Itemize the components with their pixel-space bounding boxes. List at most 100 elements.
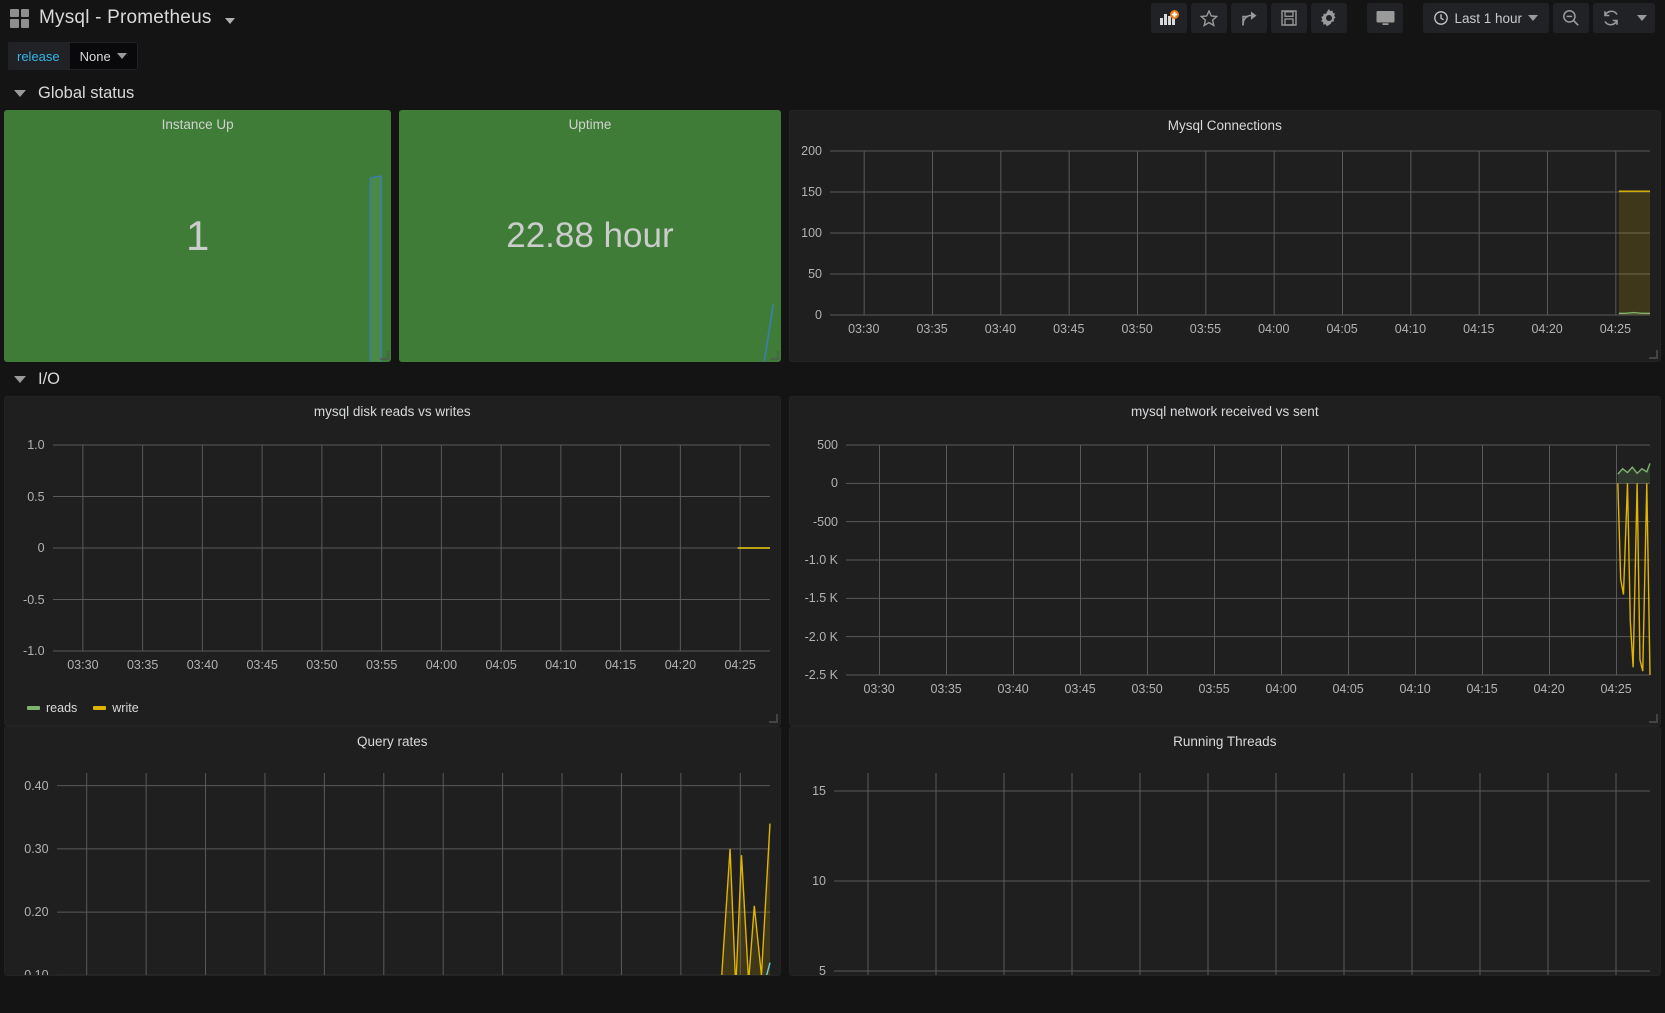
panel-resize-handle[interactable] [1649, 714, 1658, 723]
legend-swatch-write [93, 706, 106, 710]
instance-up-value: 1 [4, 212, 391, 260]
dashboard-title-chevron-down-icon[interactable] [225, 18, 235, 24]
panel-resize-handle[interactable] [1649, 350, 1658, 359]
x-axis-tick-mysql-connections: 03:50 [1121, 322, 1152, 336]
legend-item-reads[interactable]: reads [27, 701, 77, 715]
x-axis-tick-mysql-disk-reads-vs-writes: 03:50 [306, 658, 337, 672]
x-axis-tick-mysql-connections: 04:10 [1395, 322, 1426, 336]
x-axis-tick-mysql-disk-reads-vs-writes: 04:10 [545, 658, 576, 672]
panel-mysql-disk-reads-vs-writes[interactable]: mysql disk reads vs writes -1.0-0.500.51… [4, 396, 781, 726]
y-axis-tick-mysql-connections: 100 [790, 226, 822, 240]
variable-label-release: release [8, 42, 69, 70]
share-icon [1241, 10, 1258, 27]
series-line-connections [1618, 313, 1649, 314]
row-header-io[interactable]: I/O [0, 362, 1665, 396]
add-panel-button[interactable] [1151, 3, 1187, 33]
panel-mysql-connections[interactable]: Mysql Connections 05010015020003:3003:35… [789, 110, 1661, 362]
graph-mysql-disk-reads-vs-writes[interactable]: -1.0-0.500.51.003:3003:3503:4003:4503:50… [5, 423, 780, 695]
x-axis-tick-mysql-connections: 03:35 [916, 322, 947, 336]
star-dashboard-button[interactable] [1191, 3, 1227, 33]
row-chevron-down-icon [14, 90, 26, 97]
x-axis-tick-mysql-network-received-vs-sent: 04:10 [1399, 682, 1430, 696]
refresh-icon [1602, 9, 1620, 27]
refresh-interval-dropdown[interactable] [1629, 3, 1655, 33]
x-axis-tick-mysql-connections: 04:05 [1326, 322, 1357, 336]
row-header-global-status[interactable]: Global status [0, 76, 1665, 110]
plot-area-query-rates [5, 753, 780, 976]
row-title-global-status: Global status [38, 84, 134, 103]
panel-resize-handle[interactable] [770, 351, 779, 360]
y-axis-tick-running-threads: 5 [790, 964, 826, 976]
y-axis-tick-mysql-network-received-vs-sent: -1.0 K [790, 553, 838, 567]
x-axis-tick-mysql-disk-reads-vs-writes: 03:35 [127, 658, 158, 672]
series-fill-received [1617, 463, 1649, 483]
add-panel-icon [1160, 10, 1179, 27]
y-axis-tick-query-rates: 0.30 [5, 842, 49, 856]
series-fill-max_connections [1618, 191, 1649, 315]
legend-mysql-disk-reads-vs-writes: reads write [5, 695, 780, 715]
panel-row-global-status: Instance Up 1 Uptime 22.88 hour Mysql Co… [0, 110, 1665, 362]
panel-instance-up[interactable]: Instance Up 1 [4, 110, 391, 362]
legend-label-write: write [112, 701, 138, 715]
panel-resize-handle[interactable] [769, 714, 778, 723]
panel-title-running-threads: Running Threads [790, 727, 1660, 753]
x-axis-tick-mysql-network-received-vs-sent: 03:50 [1131, 682, 1162, 696]
y-axis-tick-mysql-network-received-vs-sent: -2.0 K [790, 630, 838, 644]
panel-query-rates[interactable]: Query rates 0.100.200.300.40 [4, 726, 781, 976]
x-axis-tick-mysql-connections: 03:30 [848, 322, 879, 336]
plot-area-mysql-network-received-vs-sent [790, 423, 1660, 719]
plot-area-running-threads [790, 753, 1660, 976]
x-axis-tick-mysql-network-received-vs-sent: 03:45 [1064, 682, 1095, 696]
panel-title-mysql-network-received-vs-sent: mysql network received vs sent [790, 397, 1660, 423]
graph-running-threads[interactable]: 5 10 15 [790, 753, 1660, 976]
x-axis-tick-mysql-disk-reads-vs-writes: 03:40 [187, 658, 218, 672]
series-line-questions [720, 975, 770, 976]
y-axis-tick-mysql-network-received-vs-sent: -500 [790, 515, 838, 529]
zoom-out-button[interactable] [1553, 3, 1589, 33]
time-range-picker[interactable]: Last 1 hour [1423, 3, 1549, 33]
x-axis-tick-mysql-disk-reads-vs-writes: 04:20 [665, 658, 696, 672]
variable-value-release: None [80, 49, 111, 64]
graph-mysql-connections[interactable]: 05010015020003:3003:3503:4003:4503:5003:… [790, 137, 1660, 355]
x-axis-tick-mysql-network-received-vs-sent: 03:35 [930, 682, 961, 696]
dashboard-title[interactable]: Mysql - Prometheus [39, 7, 212, 29]
save-dashboard-button[interactable] [1271, 3, 1307, 33]
graph-mysql-network-received-vs-sent[interactable]: -2.5 K-2.0 K-1.5 K-1.0 K-500050003:3003:… [790, 423, 1660, 719]
x-axis-tick-mysql-network-received-vs-sent: 03:30 [863, 682, 894, 696]
panel-uptime[interactable]: Uptime 22.88 hour [399, 110, 780, 362]
x-axis-tick-mysql-disk-reads-vs-writes: 03:55 [366, 658, 397, 672]
graph-query-rates[interactable]: 0.10 0.20 0.30 0.40 [5, 753, 780, 976]
dashboard-grid-icon [10, 9, 29, 28]
refresh-button[interactable] [1593, 3, 1629, 33]
panel-row-io-top: mysql disk reads vs writes -1.0-0.500.51… [0, 396, 1665, 726]
y-axis-tick-mysql-disk-reads-vs-writes: -0.5 [5, 593, 45, 607]
y-axis-tick-running-threads: 10 [790, 874, 826, 888]
y-axis-tick-query-rates: 0.10 [5, 968, 49, 976]
y-axis-tick-query-rates: 0.40 [5, 779, 49, 793]
navbar-left: Mysql - Prometheus [10, 7, 235, 29]
x-axis-tick-mysql-connections: 03:55 [1190, 322, 1221, 336]
x-axis-tick-mysql-connections: 04:15 [1463, 322, 1494, 336]
time-range-label: Last 1 hour [1454, 11, 1522, 26]
panel-running-threads[interactable]: Running Threads 5 10 15 [789, 726, 1661, 976]
dashboard-settings-button[interactable] [1311, 3, 1347, 33]
y-axis-tick-mysql-connections: 150 [790, 185, 822, 199]
refresh-group [1593, 3, 1655, 33]
dashboard-submenu: release None [0, 36, 1665, 76]
row-chevron-down-icon [14, 376, 26, 383]
variable-select-release[interactable]: None [69, 42, 138, 70]
row-title-io: I/O [38, 370, 60, 389]
uptime-value: 22.88 hour [399, 216, 780, 256]
legend-swatch-reads [27, 706, 40, 710]
y-axis-tick-query-rates: 0.20 [5, 905, 49, 919]
y-axis-tick-mysql-connections: 200 [790, 144, 822, 158]
share-dashboard-button[interactable] [1231, 3, 1267, 33]
legend-label-reads: reads [46, 701, 77, 715]
panel-mysql-network-received-vs-sent[interactable]: mysql network received vs sent -2.5 K-2.… [789, 396, 1661, 726]
y-axis-tick-mysql-disk-reads-vs-writes: 0 [5, 541, 45, 555]
y-axis-tick-mysql-disk-reads-vs-writes: 1.0 [5, 438, 45, 452]
y-axis-tick-running-threads: 15 [790, 784, 826, 798]
panel-resize-handle[interactable] [380, 351, 389, 360]
legend-item-write[interactable]: write [93, 701, 138, 715]
tv-mode-button[interactable] [1367, 3, 1403, 33]
